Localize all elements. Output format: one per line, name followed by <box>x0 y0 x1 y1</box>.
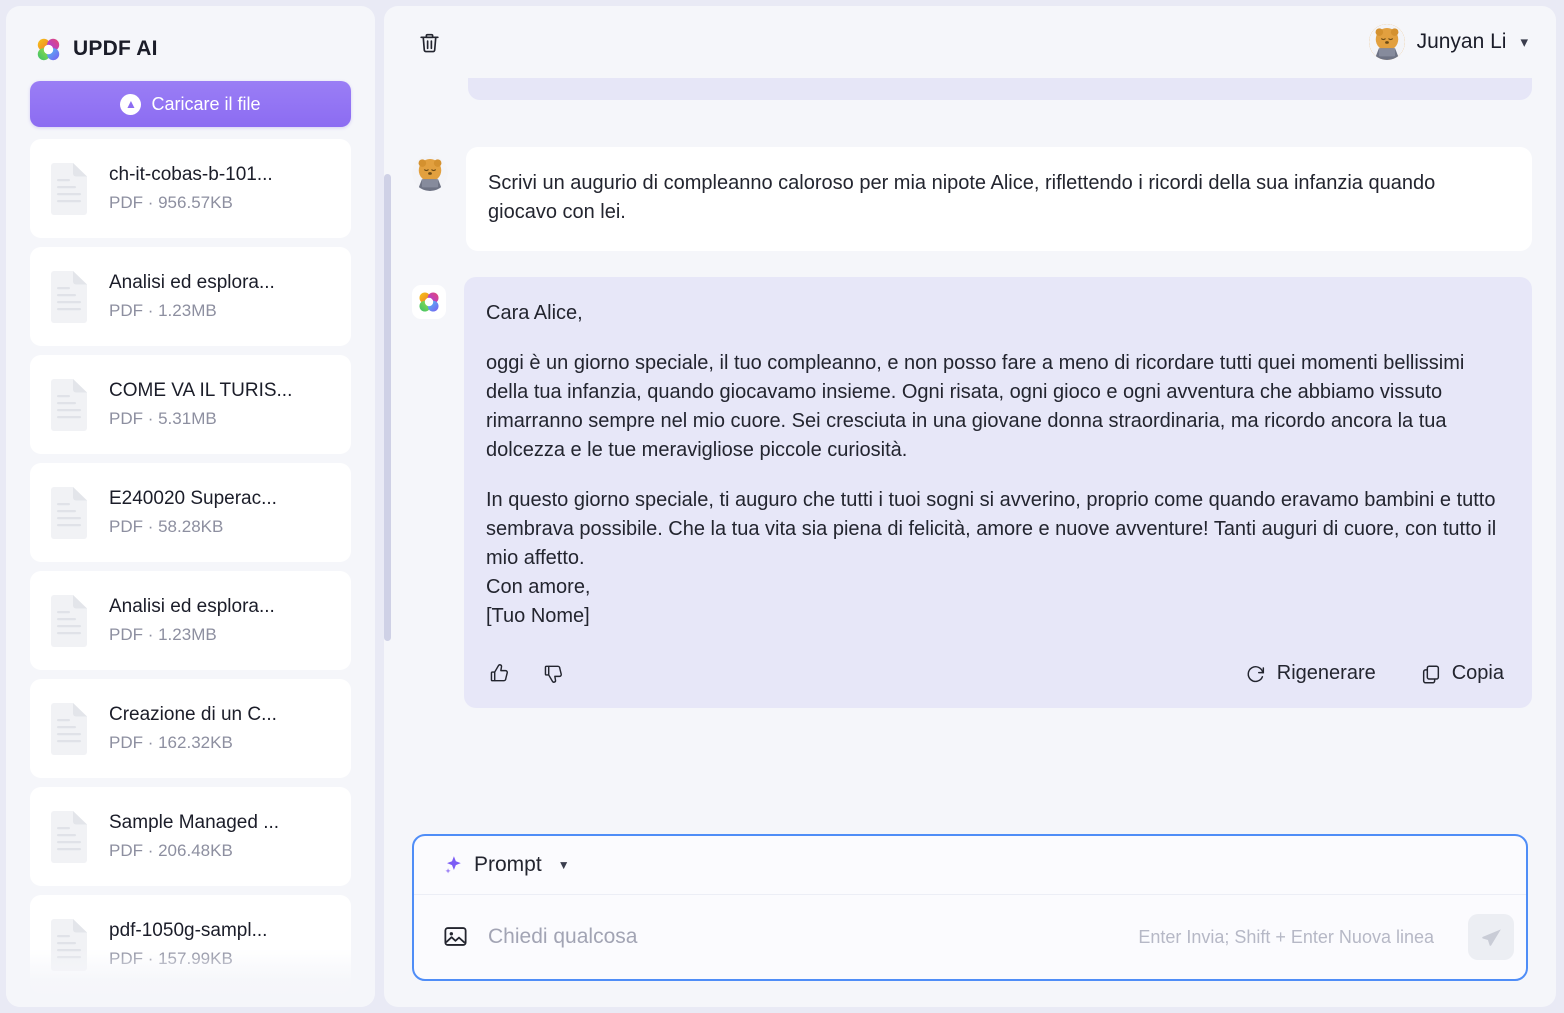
thumbs-down-icon <box>544 665 562 683</box>
file-meta: PDF · 956.57KB <box>109 193 233 212</box>
composer-wrapper: Prompt ▼ Enter Invia; Shift + Enter Nuov… <box>384 822 1556 1007</box>
user-message-text: Scrivi un augurio di compleanno caloroso… <box>488 172 1436 223</box>
file-meta: PDF · 1.23MB <box>109 625 217 644</box>
pdf-document-icon <box>48 270 90 324</box>
pdf-document-icon <box>51 486 87 539</box>
pdf-document-icon <box>51 270 87 323</box>
upload-file-button[interactable]: ▲ Caricare il file <box>30 81 351 127</box>
file-name: Sample Managed ... <box>109 812 280 833</box>
file-meta: PDF · 5.31MB <box>109 409 217 428</box>
copy-icon <box>1422 664 1439 683</box>
file-name: COME VA IL TURIS... <box>109 380 293 401</box>
sparkle-icon <box>442 854 464 876</box>
send-button[interactable] <box>1468 914 1514 960</box>
ai-paragraph-2: In questo giorno speciale, ti auguro che… <box>486 489 1497 569</box>
pdf-document-icon <box>51 810 87 863</box>
file-list-item[interactable]: E240020 Superac... PDF · 58.28KB <box>30 463 351 562</box>
file-name: Analisi ed esplora... <box>109 596 275 617</box>
pdf-document-icon <box>48 810 90 864</box>
ai-message: Cara Alice, oggi è un giorno speciale, i… <box>412 277 1532 708</box>
user-avatar <box>412 155 448 191</box>
upload-circle-icon: ▲ <box>120 93 142 115</box>
sparkle-glyph <box>445 856 461 874</box>
user-menu[interactable]: Junyan Li ▾ <box>1368 24 1528 60</box>
pdf-document-icon <box>51 594 87 647</box>
refresh-icon <box>1247 665 1264 682</box>
file-meta: PDF · 157.99KB <box>109 949 233 968</box>
image-upload-button[interactable] <box>442 923 470 951</box>
previous-message-partial <box>468 78 1532 100</box>
file-name: pdf-1050g-sampl... <box>109 920 268 941</box>
copy-button[interactable]: Copia <box>1420 659 1504 688</box>
pdf-document-icon <box>51 162 87 215</box>
chat-scrollbar-thumb[interactable] <box>384 174 391 641</box>
prompt-mode-selector[interactable]: Prompt ▼ <box>414 836 1526 895</box>
regenerate-label: Rigenerare <box>1276 662 1376 684</box>
regenerate-button[interactable]: Rigenerare <box>1245 659 1376 688</box>
file-list-item[interactable]: Creazione di un C... PDF · 162.32KB <box>30 679 351 778</box>
chevron-down-icon: ▾ <box>1520 34 1528 51</box>
updf-flower-logo-icon <box>412 285 446 319</box>
thumbs-down-button[interactable] <box>540 661 566 687</box>
top-bar: Junyan Li ▾ <box>384 6 1556 78</box>
pdf-document-icon <box>48 918 90 972</box>
composer-body: Enter Invia; Shift + Enter Nuova linea <box>414 895 1526 979</box>
file-name: Creazione di un C... <box>109 704 277 725</box>
chat-scrollbar[interactable] <box>384 174 391 822</box>
user-message-bubble: Scrivi un augurio di compleanno caloroso… <box>466 147 1532 251</box>
user-avatar <box>1368 24 1405 60</box>
pdf-document-icon <box>51 702 87 755</box>
file-name: Analisi ed esplora... <box>109 272 275 293</box>
input-hint: Enter Invia; Shift + Enter Nuova linea <box>1138 926 1434 947</box>
file-list-item[interactable]: ch-it-cobas-b-101... PDF · 956.57KB <box>30 139 351 238</box>
user-name-label: Junyan Li <box>1416 30 1507 53</box>
pdf-document-icon <box>51 918 87 971</box>
ai-closing-2: [Tuo Nome] <box>486 605 590 627</box>
copy-label: Copia <box>1451 662 1504 684</box>
file-name: E240020 Superac... <box>109 488 277 509</box>
delete-chat-button[interactable] <box>414 27 444 57</box>
caret-down-icon: ▼ <box>557 858 570 872</box>
pdf-document-icon <box>48 378 90 432</box>
updf-flower-logo-icon <box>35 36 62 63</box>
image-icon <box>444 927 467 946</box>
pdf-document-icon <box>51 378 87 431</box>
ai-closing-1: Con amore, <box>486 576 591 598</box>
file-list-item[interactable]: Analisi ed esplora... PDF · 1.23MB <box>30 571 351 670</box>
ai-message-bubble: Cara Alice, oggi è un giorno speciale, i… <box>464 277 1532 708</box>
pdf-document-icon <box>48 594 90 648</box>
file-name: ch-it-cobas-b-101... <box>109 164 273 185</box>
prompt-mode-label: Prompt <box>474 853 542 876</box>
brand: UPDF AI <box>6 6 375 68</box>
file-list-item[interactable]: Analisi ed esplora... PDF · 1.23MB <box>30 247 351 346</box>
ai-paragraph-1: oggi è un giorno speciale, il tuo comple… <box>486 352 1465 461</box>
ask-input[interactable] <box>488 925 1121 949</box>
file-list[interactable]: ch-it-cobas-b-101... PDF · 956.57KB Anali… <box>6 139 375 1007</box>
pdf-document-icon <box>48 162 90 216</box>
brand-title: UPDF AI <box>73 37 158 60</box>
file-list-item[interactable]: pdf-1050g-sampl... PDF · 157.99KB <box>30 895 351 994</box>
user-message: Scrivi un augurio di compleanno caloroso… <box>412 147 1532 251</box>
chat-scroll-area[interactable]: Scrivi un augurio di compleanno caloroso… <box>384 78 1556 822</box>
thumbs-up-button[interactable] <box>486 661 512 687</box>
upload-button-label: Caricare il file <box>151 93 261 114</box>
ai-message-actions: Rigenerare Copia <box>486 659 1504 698</box>
file-meta: PDF · 162.32KB <box>109 733 233 752</box>
file-meta: PDF · 58.28KB <box>109 517 224 536</box>
app-root: UPDF AI ▲ Caricare il file ch-it-cobas-b… <box>0 0 1564 1013</box>
file-list-item[interactable]: COME VA IL TURIS... PDF · 5.31MB <box>30 355 351 454</box>
file-meta: PDF · 1.23MB <box>109 301 217 320</box>
pdf-document-icon <box>48 702 90 756</box>
main-panel: Junyan Li ▾ Scrivi un augurio di complea… <box>384 6 1556 1007</box>
composer: Prompt ▼ Enter Invia; Shift + Enter Nuov… <box>412 834 1528 981</box>
sidebar: UPDF AI ▲ Caricare il file ch-it-cobas-b… <box>6 6 375 1007</box>
trash-icon <box>419 33 439 52</box>
thumbs-up-icon <box>490 664 508 682</box>
file-meta: PDF · 206.48KB <box>109 841 233 860</box>
ai-greeting: Cara Alice, <box>486 302 583 324</box>
send-plane-icon <box>1481 928 1501 946</box>
file-list-item[interactable]: Sample Managed ... PDF · 206.48KB <box>30 787 351 886</box>
pdf-document-icon <box>48 486 90 540</box>
